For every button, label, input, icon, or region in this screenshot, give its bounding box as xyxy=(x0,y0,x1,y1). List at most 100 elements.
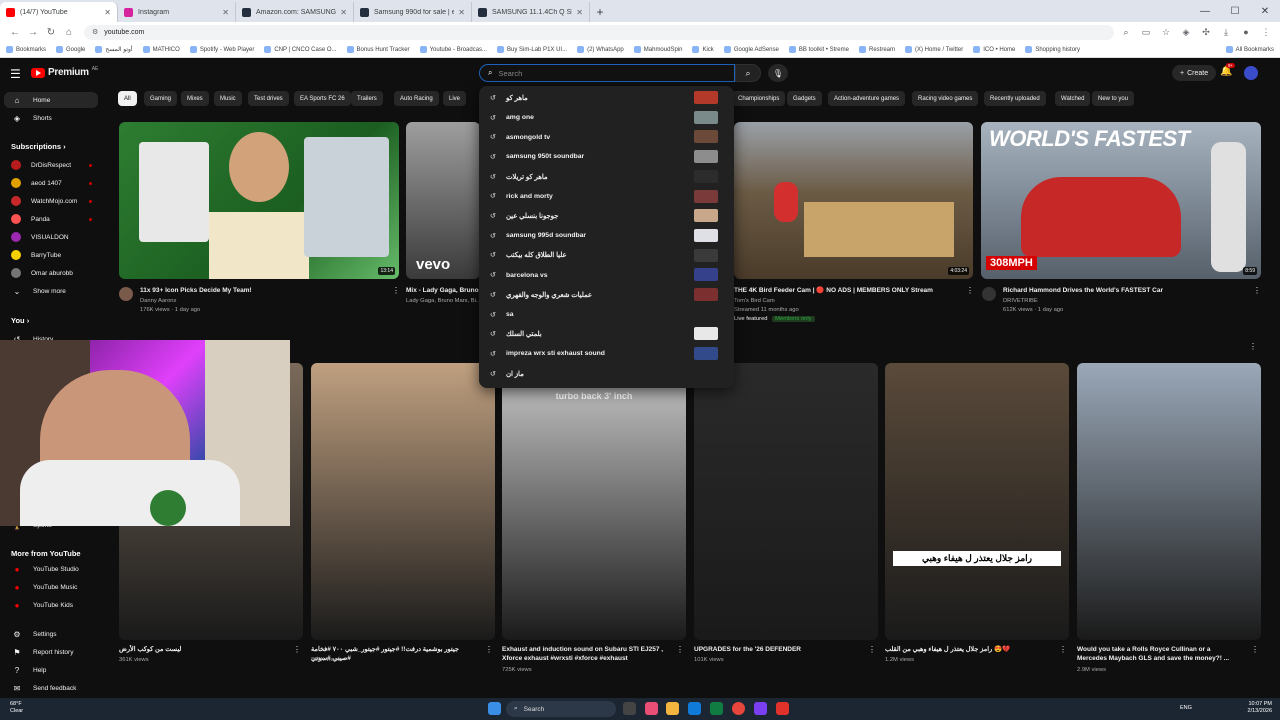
file-explorer-icon[interactable] xyxy=(666,702,679,715)
sidebar-item-shorts[interactable]: ◈ Shorts xyxy=(4,110,98,126)
short-thumbnail[interactable] xyxy=(694,363,878,640)
close-tab-icon[interactable]: ✕ xyxy=(222,8,229,17)
site-info-icon[interactable]: ⚙ xyxy=(92,28,98,36)
video-thumbnail[interactable]: 4:03:24 xyxy=(734,122,973,279)
system-clock[interactable]: 10:07 PM 2/13/2026 xyxy=(1248,701,1272,715)
bookmark-item[interactable]: Google xyxy=(56,46,85,53)
copilot-icon[interactable] xyxy=(645,702,658,715)
channel-avatar[interactable] xyxy=(982,287,996,301)
notifications-button[interactable]: 🔔 9+ xyxy=(1220,63,1236,77)
sidebar-subscription-item[interactable]: Omar aburobb xyxy=(4,265,98,281)
video-channel[interactable]: Danny Aarons xyxy=(140,297,176,305)
bookmark-item[interactable]: Google AdSense xyxy=(723,46,779,53)
sidebar-item-youtube-music[interactable]: ● YouTube Music xyxy=(4,579,98,595)
filter-chip[interactable]: Music xyxy=(214,91,242,106)
excel-icon[interactable] xyxy=(710,702,723,715)
cast-icon[interactable]: ▭ xyxy=(1138,27,1154,38)
more-options-icon[interactable]: ⋮ xyxy=(392,286,400,295)
bookmark-item[interactable]: Youtube - Broadcas... xyxy=(419,46,487,53)
sidebar-item-youtube-studio[interactable]: ● YouTube Studio xyxy=(4,561,98,577)
search-suggestion[interactable]: ↺ asmongold tv xyxy=(479,127,734,147)
create-button[interactable]: + Create xyxy=(1172,65,1217,81)
filter-chip[interactable]: Mixes xyxy=(181,91,209,106)
video-title[interactable]: Mix - Lady Gaga, Bruno xyxy=(406,286,480,295)
more-options-icon[interactable]: ⋮ xyxy=(1253,286,1261,295)
filter-chip[interactable]: Watched xyxy=(1055,91,1091,106)
task-view-icon[interactable] xyxy=(623,702,636,715)
sidebar-subscription-item[interactable]: VISUALDON xyxy=(4,229,98,245)
search-suggestion[interactable]: ↺ impreza wrx sti exhaust sound xyxy=(479,344,734,364)
language-indicator[interactable]: ENG xyxy=(1180,705,1192,711)
bookmark-item[interactable]: Spotify - Web Player xyxy=(189,46,254,53)
browser-tab-samsung[interactable]: SAMSUNG 11.1.4Ch Q SERIES ✕ xyxy=(472,2,590,22)
sidebar-item-youtube-kids[interactable]: ● YouTube Kids xyxy=(4,597,98,613)
bookmark-item[interactable]: MATHICO xyxy=(142,46,180,53)
sidebar-subscription-item[interactable]: aeod 1407 xyxy=(4,175,98,191)
filter-chip[interactable]: Gaming xyxy=(144,91,178,106)
sidebar-item-send-feedback[interactable]: ✉ Send feedback xyxy=(4,680,98,696)
short-title[interactable]: UPGRADES for the '26 DEFENDER xyxy=(694,645,859,654)
youtube-premium-logo[interactable]: Premium AE xyxy=(31,66,98,78)
browser-tab-amazon[interactable]: Amazon.com: SAMSUNG Q990 ✕ xyxy=(236,2,354,22)
bookmark-item[interactable]: (X) Home / Twitter xyxy=(905,46,963,53)
search-suggestion[interactable]: ↺ عمليات شعري والوجه والفهري xyxy=(479,285,734,305)
filter-chip[interactable]: Test drives xyxy=(248,91,289,106)
account-avatar[interactable] xyxy=(1244,66,1258,80)
channel-avatar[interactable] xyxy=(119,287,133,301)
short-title[interactable]: Exhaust and induction sound on Subaru ST… xyxy=(502,645,667,663)
close-tab-icon[interactable]: ✕ xyxy=(340,8,347,17)
bookmark-item[interactable]: Bonus Hunt Tracker xyxy=(346,46,410,53)
video-thumbnail[interactable]: 13:14 xyxy=(119,122,399,279)
search-suggestion[interactable]: ↺ samsung 995d soundbar xyxy=(479,226,734,246)
short-title[interactable]: رامز جلال يعتذر ل هيفاء وهبي من القلب 😍💔 xyxy=(885,645,1050,654)
short-thumbnail[interactable]: turbo back 3' inch xyxy=(502,363,686,640)
search-suggestion[interactable]: ↺ samsung 950t soundbar xyxy=(479,147,734,167)
filter-chip[interactable]: Gadgets xyxy=(787,91,822,106)
video-title[interactable]: THE 4K Bird Feeder Cam | 🔴 NO ADS | MEMB… xyxy=(734,286,964,295)
sidebar-subscription-item[interactable]: WatchMojo.com xyxy=(4,193,98,209)
bookmark-item[interactable]: Kick xyxy=(692,46,714,53)
filter-chip[interactable]: Auto Racing xyxy=(394,91,439,106)
home-icon[interactable]: ⌂ xyxy=(60,27,78,38)
show-more-button[interactable]: ⌄ Show more xyxy=(4,283,98,299)
video-channel[interactable]: Lady Gaga, Bruno Mars, Bi... xyxy=(406,297,480,305)
minimize-icon[interactable]: — xyxy=(1190,6,1220,17)
download-icon[interactable]: ⤓ xyxy=(1218,27,1234,38)
filter-chip[interactable]: New to you xyxy=(1092,91,1135,106)
weather-widget[interactable]: 68°F Clear xyxy=(10,701,23,715)
video-channel[interactable]: Tom's Bird Cam xyxy=(734,297,775,305)
bookmark-item[interactable]: Buy Sim-Lab P1X UI... xyxy=(497,46,567,53)
bookmark-item[interactable]: BB toolkit • Streme xyxy=(788,46,849,53)
browser-tab-ebay[interactable]: Samsung 990d for sale | eBay ✕ xyxy=(354,2,472,22)
bookmark-star-icon[interactable]: ☆ xyxy=(1158,27,1174,38)
search-box[interactable]: ⌕ xyxy=(479,64,735,82)
video-thumbnail[interactable]: WORLD'S FASTEST 308MPH 8:59 xyxy=(981,122,1261,279)
sidebar-item-help[interactable]: ? Help xyxy=(4,662,98,678)
extensions-puzzle-icon[interactable]: ✣ xyxy=(1198,27,1214,38)
video-title[interactable]: Richard Hammond Drives the World's FASTE… xyxy=(1003,286,1253,295)
search-suggestion[interactable]: ↺ rick and morty xyxy=(479,187,734,207)
filter-chip[interactable]: EA Sports FC 26 xyxy=(294,91,351,106)
bookmark-item[interactable]: أوتو المسح xyxy=(95,46,133,53)
bookmark-item[interactable]: MahmoudSpin xyxy=(633,46,682,53)
search-suggestion[interactable]: ↺ ماهر كو xyxy=(479,88,734,108)
search-suggestion[interactable]: ↺ amg one xyxy=(479,108,734,128)
browser-menu-icon[interactable]: ⋮ xyxy=(1258,27,1274,38)
edge-icon[interactable] xyxy=(688,702,701,715)
sidebar-subscription-item[interactable]: DrDisRespect xyxy=(4,157,98,173)
short-thumbnail[interactable] xyxy=(1077,363,1261,640)
browser-tab-youtube[interactable]: (14/7) YouTube ✕ xyxy=(0,2,118,22)
hamburger-menu-icon[interactable]: ☰ xyxy=(10,67,21,81)
video-channel[interactable]: DRIVETRIBE xyxy=(1003,297,1038,305)
filter-chip[interactable]: All xyxy=(118,91,137,106)
video-title[interactable]: 11x 93+ Icon Picks Decide My Team! xyxy=(140,286,390,295)
filter-chip[interactable]: Action-adventure games xyxy=(828,91,906,106)
reload-icon[interactable]: ↻ xyxy=(42,27,60,38)
chrome-icon[interactable] xyxy=(732,702,745,715)
you-heading[interactable]: You › xyxy=(11,316,29,325)
more-options-icon[interactable]: ⋮ xyxy=(676,645,684,654)
sidebar-subscription-item[interactable]: BarryTube xyxy=(4,247,98,263)
discord-icon[interactable] xyxy=(754,702,767,715)
filter-chip[interactable]: Live xyxy=(443,91,467,106)
close-tab-icon[interactable]: ✕ xyxy=(576,8,583,17)
